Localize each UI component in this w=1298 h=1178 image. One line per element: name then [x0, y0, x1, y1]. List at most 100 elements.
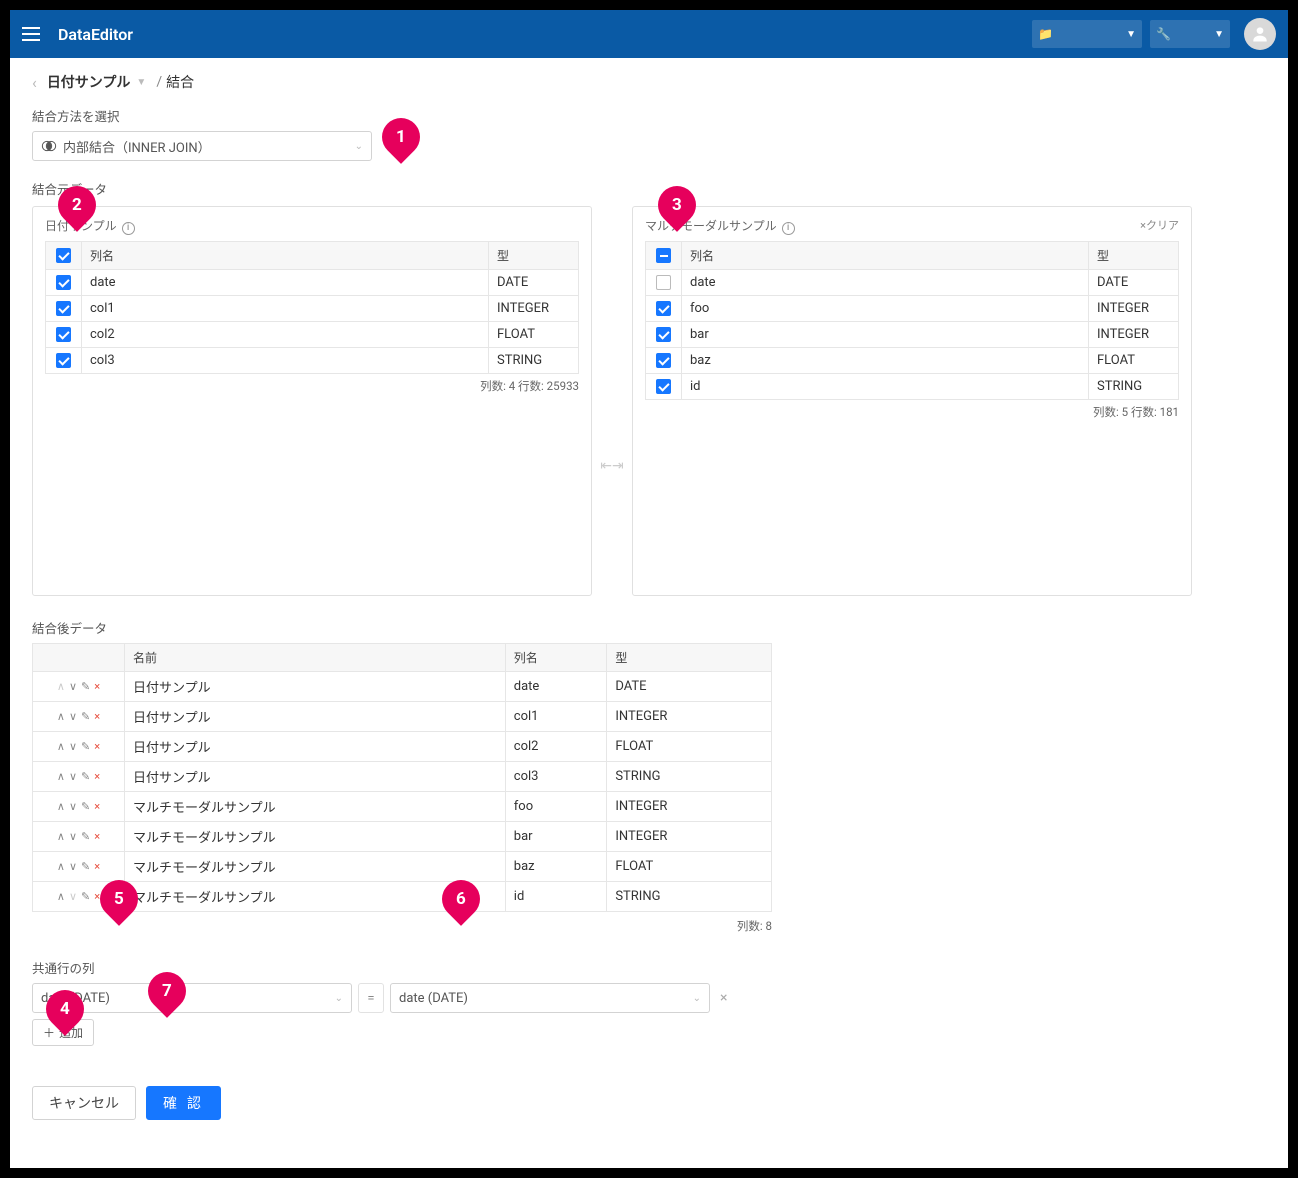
source-data-label: 結合元データ — [32, 179, 1266, 198]
source-right-title: マルチモーダルサンプル i — [645, 217, 1179, 235]
edit-icon[interactable]: ✎ — [81, 890, 90, 903]
row-checkbox[interactable] — [56, 301, 71, 316]
chevron-down-icon: ⌄ — [693, 993, 701, 1004]
tools-dropdown[interactable]: 🔧▼ — [1150, 20, 1230, 48]
workspace-dropdown[interactable]: 📁▼ — [1032, 20, 1142, 48]
source-left-footer: 列数: 4 行数: 25933 — [45, 378, 579, 394]
row-checkbox[interactable] — [656, 301, 671, 316]
edit-icon[interactable]: ✎ — [81, 710, 90, 723]
row-checkbox[interactable] — [56, 353, 71, 368]
clear-link[interactable]: ×クリア — [1140, 217, 1179, 233]
delete-icon[interactable]: × — [94, 830, 100, 843]
table-row: col3STRING — [46, 348, 579, 374]
chevron-down-icon[interactable]: ▼ — [136, 77, 146, 88]
source-left-table: 列名 型 dateDATEcol1INTEGERcol2FLOATcol3STR… — [45, 241, 579, 374]
delete-icon[interactable]: × — [94, 800, 100, 813]
source-right-table: 列名 型 dateDATEfooINTEGERbarINTEGERbazFLOA… — [645, 241, 1179, 400]
result-table: 名前 列名 型 ∧∨✎×日付サンプルdateDATE∧∨✎×日付サンプルcol1… — [32, 643, 772, 912]
move-up-icon[interactable]: ∧ — [57, 830, 65, 843]
move-up-icon[interactable]: ∧ — [57, 680, 65, 693]
source-right-footer: 列数: 5 行数: 181 — [645, 404, 1179, 420]
keys-label: 共通行の列 — [32, 958, 1266, 977]
source-left-title: 日付サンプル i — [45, 217, 579, 235]
move-down-icon[interactable]: ∨ — [69, 710, 77, 723]
delete-icon[interactable]: × — [94, 740, 100, 753]
key-right-select[interactable]: date (DATE)⌄ — [390, 983, 710, 1013]
join-method-select[interactable]: 内部結合（INNER JOIN） ⌄ — [32, 131, 372, 161]
edit-icon[interactable]: ✎ — [81, 800, 90, 813]
move-up-icon[interactable]: ∧ — [57, 800, 65, 813]
edit-icon[interactable]: ✎ — [81, 770, 90, 783]
confirm-button[interactable]: 確 認 — [146, 1086, 221, 1120]
table-row: ∧∨✎×日付サンプルdateDATE — [33, 672, 772, 702]
move-down-icon[interactable]: ∨ — [69, 800, 77, 813]
move-down-icon[interactable]: ∨ — [69, 680, 77, 693]
breadcrumb-current: 結合 — [166, 72, 194, 92]
chevron-down-icon: ⌄ — [335, 993, 343, 1004]
result-footer: 列数: 8 — [32, 918, 772, 934]
move-down-icon[interactable]: ∨ — [69, 860, 77, 873]
delete-icon[interactable]: × — [94, 770, 100, 783]
move-up-icon[interactable]: ∧ — [57, 770, 65, 783]
cancel-button[interactable]: キャンセル — [32, 1086, 136, 1120]
folder-icon: 📁 — [1038, 27, 1053, 41]
delete-icon[interactable]: × — [94, 860, 100, 873]
row-checkbox[interactable] — [656, 327, 671, 342]
table-row: col2FLOAT — [46, 322, 579, 348]
menu-icon[interactable] — [22, 22, 46, 46]
breadcrumb-parent[interactable]: 日付サンプル — [47, 72, 131, 92]
avatar[interactable] — [1244, 18, 1276, 50]
edit-icon[interactable]: ✎ — [81, 830, 90, 843]
equals-icon: = — [358, 983, 384, 1013]
select-all-checkbox[interactable] — [656, 248, 671, 263]
table-row: bazFLOAT — [646, 348, 1179, 374]
move-down-icon[interactable]: ∨ — [69, 740, 77, 753]
top-bar: DataEditor 📁▼ 🔧▼ — [10, 10, 1288, 58]
row-checkbox[interactable] — [656, 353, 671, 368]
edit-icon[interactable]: ✎ — [81, 740, 90, 753]
table-row: ∧∨✎×日付サンプルcol2FLOAT — [33, 732, 772, 762]
move-down-icon[interactable]: ∨ — [69, 890, 77, 903]
row-checkbox[interactable] — [656, 275, 671, 290]
source-left-panel: 日付サンプル i 列名 型 dateDATEcol1INTEGERcol2FLO… — [32, 206, 592, 596]
edit-icon[interactable]: ✎ — [81, 860, 90, 873]
move-down-icon[interactable]: ∨ — [69, 830, 77, 843]
move-up-icon[interactable]: ∧ — [57, 710, 65, 723]
move-down-icon[interactable]: ∨ — [69, 770, 77, 783]
split-icon[interactable]: ⇤⇥ — [600, 458, 623, 474]
app-title: DataEditor — [58, 25, 133, 44]
table-row: idSTRING — [646, 374, 1179, 400]
remove-key-icon[interactable]: × — [716, 990, 731, 1006]
result-label: 結合後データ — [32, 618, 1266, 637]
table-row: col1INTEGER — [46, 296, 579, 322]
info-icon[interactable]: i — [122, 222, 135, 235]
row-checkbox[interactable] — [56, 327, 71, 342]
source-right-panel: マルチモーダルサンプル i ×クリア 列名 型 dateDATEfooINTEG… — [632, 206, 1192, 596]
row-checkbox[interactable] — [56, 275, 71, 290]
move-up-icon[interactable]: ∧ — [57, 740, 65, 753]
inner-join-icon — [41, 138, 57, 154]
breadcrumb: ‹ 日付サンプル ▼ / 結合 — [32, 72, 1266, 92]
table-row: dateDATE — [646, 270, 1179, 296]
row-checkbox[interactable] — [656, 379, 671, 394]
chevron-down-icon: ⌄ — [355, 141, 363, 152]
wrench-icon: 🔧 — [1156, 27, 1171, 41]
table-row: ∧∨✎×日付サンプルcol3STRING — [33, 762, 772, 792]
move-up-icon[interactable]: ∧ — [57, 890, 65, 903]
move-up-icon[interactable]: ∧ — [57, 860, 65, 873]
table-row: ∧∨✎×マルチモーダルサンプルbarINTEGER — [33, 822, 772, 852]
join-method-label: 結合方法を選択 — [32, 106, 1266, 125]
delete-icon[interactable]: × — [94, 680, 100, 693]
select-all-checkbox[interactable] — [56, 248, 71, 263]
table-row: fooINTEGER — [646, 296, 1179, 322]
table-row: ∧∨✎×マルチモーダルサンプルbazFLOAT — [33, 852, 772, 882]
table-row: ∧∨✎×マルチモーダルサンプルidSTRING — [33, 882, 772, 912]
table-row: barINTEGER — [646, 322, 1179, 348]
table-row: ∧∨✎×日付サンプルcol1INTEGER — [33, 702, 772, 732]
edit-icon[interactable]: ✎ — [81, 680, 90, 693]
info-icon[interactable]: i — [782, 222, 795, 235]
back-icon[interactable]: ‹ — [32, 73, 37, 92]
table-row: ∧∨✎×マルチモーダルサンプルfooINTEGER — [33, 792, 772, 822]
table-row: dateDATE — [46, 270, 579, 296]
delete-icon[interactable]: × — [94, 710, 100, 723]
